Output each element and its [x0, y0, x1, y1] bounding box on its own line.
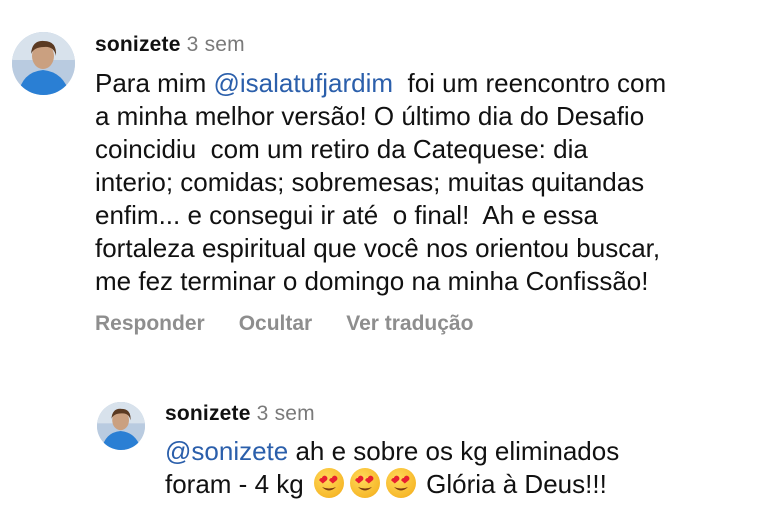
- reply-timestamp: 3 sem: [256, 402, 315, 425]
- reply-line-1-rest: ah e sobre os kg eliminados: [288, 436, 620, 466]
- see-translation-button[interactable]: Ver tradução: [346, 312, 473, 336]
- comment-header: sonizete 3 sem: [95, 33, 245, 57]
- comment-line-7: me fez terminar o domingo na minha Confi…: [95, 266, 649, 296]
- reply-line-2-end: Glória à Deus!!!: [418, 469, 607, 499]
- reply-avatar[interactable]: [97, 402, 145, 450]
- reply-line-1: @sonizete ah e sobre os kg eliminados: [165, 435, 755, 468]
- reply-header: sonizete 3 sem: [165, 402, 315, 426]
- comment-actions: Responder Ocultar Ver tradução: [95, 312, 473, 336]
- hide-button[interactable]: Ocultar: [239, 312, 313, 336]
- avatar[interactable]: [12, 32, 75, 95]
- avatar-image: [97, 402, 145, 450]
- comment-line-5: enfim... e consegui ir até o final! Ah e…: [95, 200, 598, 230]
- comment-text: Para mim @isalatufjardim foi um reencont…: [95, 67, 755, 298]
- comment-line: Para mim @isalatufjardim foi um reencont…: [95, 67, 755, 100]
- reply-mention-link[interactable]: @sonizete: [165, 436, 288, 466]
- comment-line-4: interio; comidas; sobremesas; muitas qui…: [95, 167, 645, 197]
- comment-username[interactable]: sonizete: [95, 33, 181, 56]
- reply-text: @sonizete ah e sobre os kg eliminados fo…: [165, 435, 755, 501]
- heart-eyes-emoji-icon: [385, 468, 416, 498]
- heart-eyes-emoji-icon: [349, 468, 380, 498]
- comment-timestamp: 3 sem: [186, 33, 245, 56]
- comment-line-2: a minha melhor versão! O último dia do D…: [95, 101, 645, 131]
- comment-line-6: fortaleza espiritual que você nos orient…: [95, 233, 661, 263]
- reply-line-2-start: foram - 4 kg: [165, 469, 311, 499]
- comment-line-1: foi um reencontro com: [393, 68, 667, 98]
- reply-username[interactable]: sonizete: [165, 402, 251, 425]
- comment-prefix: Para mim: [95, 68, 214, 98]
- reply-button[interactable]: Responder: [95, 312, 205, 336]
- heart-eyes-emoji-icon: [313, 468, 344, 498]
- reply-line-2: foram - 4 kg Glória à Deus!!!: [165, 468, 755, 501]
- avatar-image: [12, 32, 75, 95]
- mention-link[interactable]: @isalatufjardim: [213, 68, 393, 98]
- comment-line-3: coincidiu com um retiro da Catequese: di…: [95, 134, 588, 164]
